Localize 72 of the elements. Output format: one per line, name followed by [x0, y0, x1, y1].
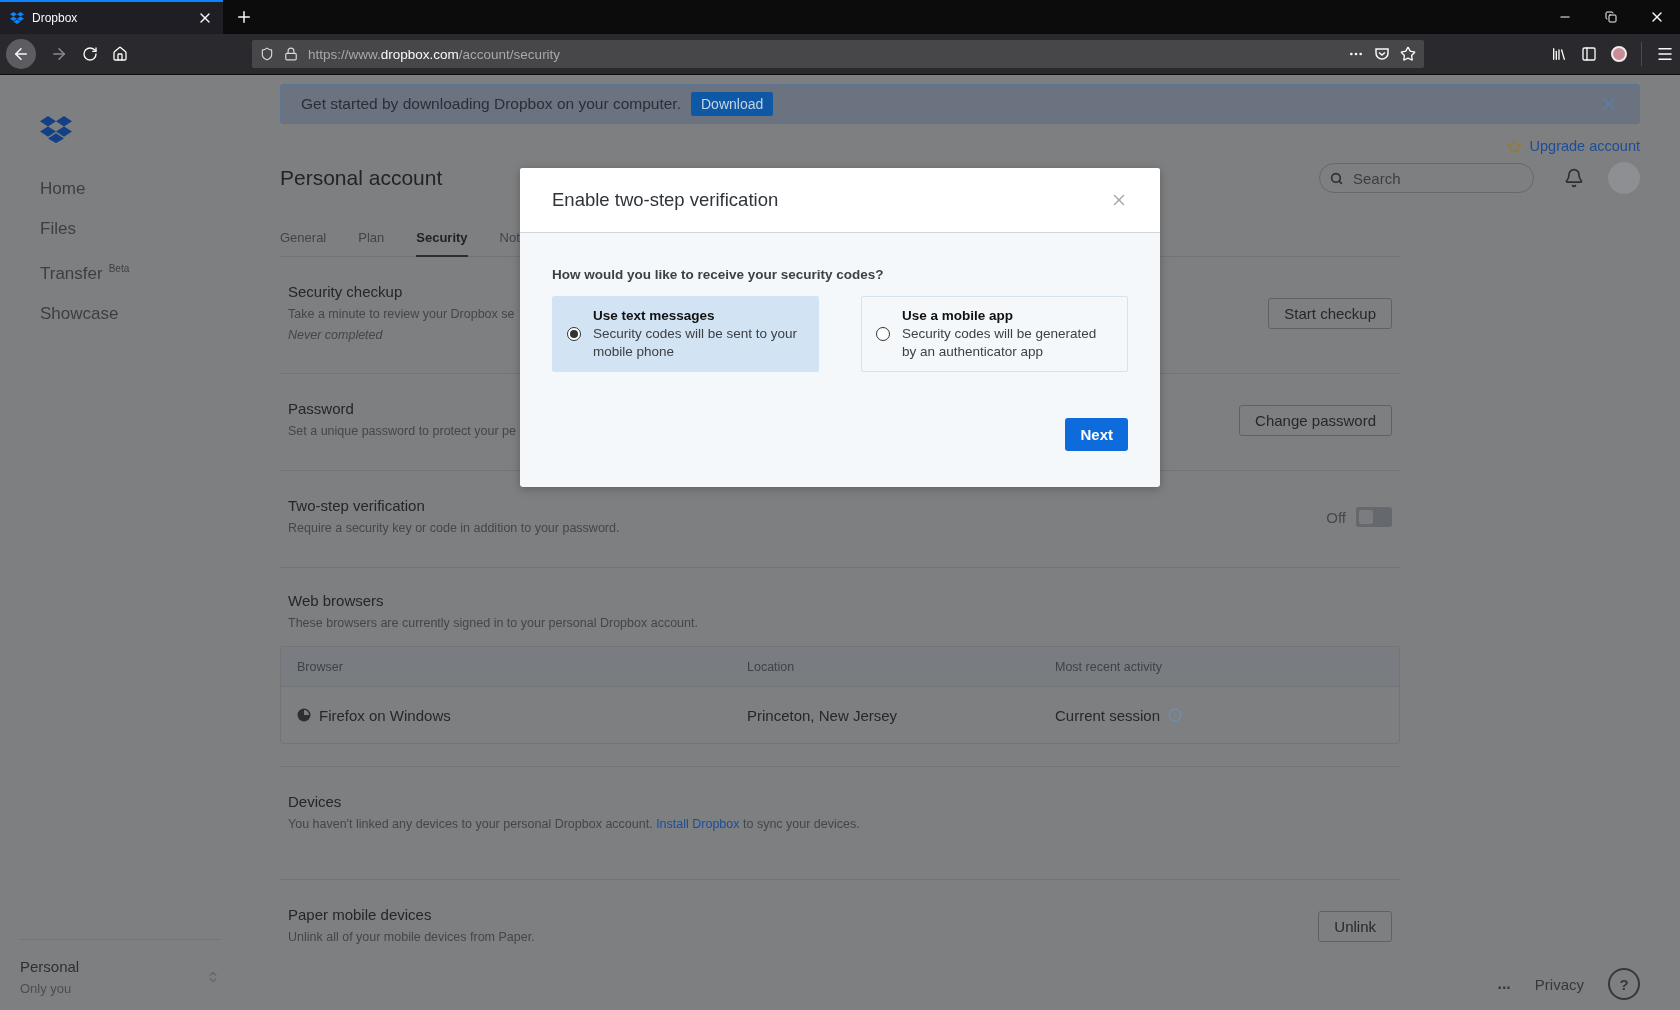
dialog-question: How would you like to receive your security codes?: [552, 267, 885, 282]
section-title: Password: [288, 399, 354, 419]
shield-icon: [260, 47, 274, 61]
search-input[interactable]: Search: [1351, 168, 1505, 188]
bell-icon[interactable]: [1564, 168, 1584, 188]
section-description: Set a unique password to protect your pe: [288, 423, 516, 440]
table-cell: Current session: [1055, 706, 1161, 724]
section-title: Web browsers: [287, 591, 384, 611]
account-tab[interactable]: Security: [416, 226, 468, 257]
next-button[interactable]: Next: [1065, 418, 1128, 451]
section-button[interactable]: Change password: [1239, 404, 1392, 436]
dropbox-logo: [40, 116, 72, 144]
dialog-title: Enable two-step verification: [552, 189, 780, 211]
nav-item[interactable]: Home: [40, 169, 240, 210]
column-header: Location: [747, 659, 796, 674]
account-avatar[interactable]: [1611, 46, 1627, 62]
section-button[interactable]: Start checkup: [1268, 297, 1392, 329]
column-header: Most recent activity: [1055, 659, 1163, 674]
nav-item[interactable]: Transfer $^{Beta}$: [40, 249, 240, 294]
section-description: You haven't linked any devices to your personal Dropbox account. Install Dropbox to sync your devices.: [288, 816, 860, 833]
toggle-label: Off: [1326, 508, 1346, 526]
browser-tab[interactable]: Dropbox: [0, 0, 223, 34]
option-title: Use text messages: [593, 307, 716, 325]
privacy-link[interactable]: Privacy: [1534, 975, 1584, 993]
section-title: Two-step verification: [288, 496, 425, 516]
section-title: Paper mobile devices: [288, 905, 432, 925]
account-tab[interactable]: Plan: [358, 226, 385, 257]
account-tab[interactable]: General: [280, 226, 327, 257]
nav-item[interactable]: Files: [40, 209, 240, 250]
account-tab[interactable]: Not: [499, 226, 520, 257]
search-icon: [1330, 171, 1343, 185]
nav-item[interactable]: Showcase: [40, 293, 240, 334]
section-title: Security checkup: [288, 282, 403, 302]
radio-button[interactable]: [567, 327, 581, 341]
section-description: Require a security key or code in addition to your password.: [288, 520, 620, 537]
library-icon[interactable]: [1551, 46, 1567, 62]
option-title: Use a mobile app: [902, 307, 1015, 325]
more-link[interactable]: ...: [1497, 975, 1511, 993]
lock-icon: [284, 47, 298, 61]
forward-icon[interactable]: [50, 45, 68, 63]
section-button[interactable]: Unlink: [1318, 910, 1392, 942]
section-title: Devices: [288, 792, 342, 812]
help-button[interactable]: ?: [1608, 968, 1640, 1000]
star-icon: [1506, 138, 1522, 154]
radio-button[interactable]: [876, 327, 890, 341]
table-cell: Princeton, New Jersey: [747, 706, 898, 724]
option-card[interactable]: Use a mobile app Security codes will be generated by an authenticator app: [861, 296, 1128, 372]
section-description: Take a minute to review your Dropbox se: [288, 306, 515, 323]
dropbox-logo-icon: [10, 12, 24, 24]
column-header: Browser: [297, 659, 344, 674]
section-description: Unlink all of your mobile devices from Paper.: [288, 929, 535, 946]
address-bar[interactable]: https://www.dropbox.com/account/security: [252, 40, 1424, 68]
page-title: Personal account: [280, 166, 444, 190]
back-icon[interactable]: [6, 39, 36, 69]
sidebar-icon[interactable]: [1581, 46, 1597, 62]
star-icon[interactable]: [1400, 46, 1416, 62]
download-button[interactable]: Download: [691, 92, 774, 116]
banner-text: Get started by downloading Dropbox on your computer.: [301, 95, 681, 113]
menu-icon[interactable]: [1656, 45, 1674, 63]
install-link[interactable]: Install Dropbox: [656, 817, 740, 831]
reload-icon[interactable]: [82, 46, 98, 62]
table-cell: Firefox on Windows: [319, 706, 451, 724]
option-description: Security codes will be sent to your mobile phone: [593, 325, 799, 361]
section-note: Never completed: [288, 327, 383, 344]
account-name: Personal: [20, 958, 81, 975]
toggle-switch[interactable]: [1356, 507, 1392, 527]
option-card[interactable]: Use text messages Security codes will be sent to your mobile phone: [552, 296, 819, 372]
upgrade-link[interactable]: Upgrade account: [1529, 138, 1640, 154]
browser-icon: [297, 708, 311, 722]
home-icon[interactable]: [112, 46, 128, 62]
option-description: Security codes will be generated by an authenticator app: [902, 325, 1098, 361]
pocket-icon[interactable]: [1374, 46, 1390, 62]
